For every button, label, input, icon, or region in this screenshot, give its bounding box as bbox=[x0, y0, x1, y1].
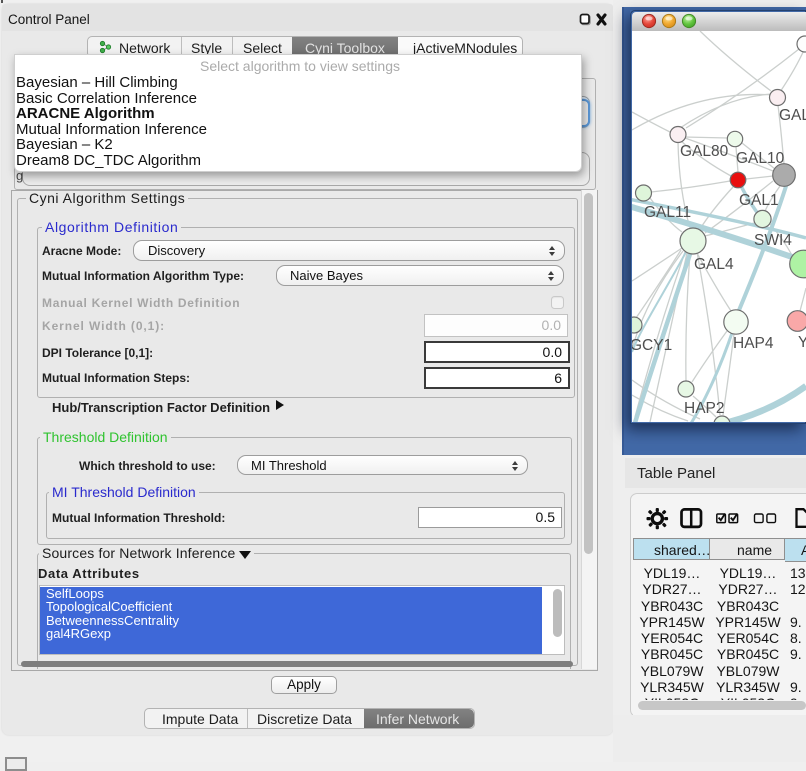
svg-text:GAL11: GAL11 bbox=[644, 204, 691, 221]
svg-text:GAL10: GAL10 bbox=[736, 150, 785, 167]
svg-text:GAL1: GAL1 bbox=[739, 192, 779, 209]
svg-text:Y: Y bbox=[798, 334, 806, 351]
svg-text:GCY1: GCY1 bbox=[632, 337, 672, 354]
svg-text:GAL7: GAL7 bbox=[779, 107, 806, 124]
svg-text:GAL80: GAL80 bbox=[680, 143, 729, 160]
svg-text:HAP4: HAP4 bbox=[733, 335, 774, 352]
svg-text:SWI4: SWI4 bbox=[754, 232, 792, 249]
svg-text:GAL4: GAL4 bbox=[694, 256, 734, 273]
svg-text:HAP2: HAP2 bbox=[684, 400, 725, 417]
